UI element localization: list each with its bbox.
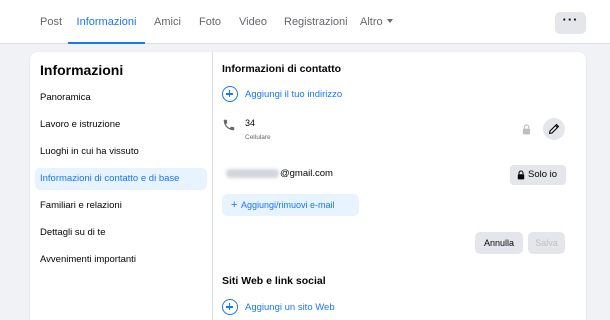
plus-circle-icon bbox=[222, 86, 238, 102]
tab-video[interactable]: Video bbox=[239, 0, 267, 42]
tab-altro[interactable]: Altro bbox=[360, 0, 393, 42]
about-sidebar: Informazioni Panoramica Lavoro e istruzi… bbox=[30, 52, 213, 320]
chevron-down-icon bbox=[386, 19, 393, 24]
add-address-label: Aggiungi il tuo indirizzo bbox=[245, 89, 343, 100]
lock-icon bbox=[517, 170, 525, 180]
add-website-label: Aggiungi un sito Web bbox=[245, 302, 335, 313]
contact-section-title: Informazioni di contatto bbox=[222, 63, 341, 75]
phone-icon bbox=[223, 119, 235, 131]
tab-amici[interactable]: Amici bbox=[154, 0, 181, 42]
sidebar-item-avvenimenti[interactable]: Avvenimenti importanti bbox=[35, 249, 207, 271]
plus-icon: + bbox=[231, 199, 238, 211]
sidebar-item-contatto[interactable]: Informazioni di contatto e di base bbox=[35, 168, 207, 190]
social-section-title: Siti Web e link social bbox=[222, 275, 326, 287]
save-button[interactable]: Salva bbox=[528, 232, 565, 254]
email-redacted bbox=[226, 169, 279, 178]
tab-registrazioni[interactable]: Registrazioni bbox=[284, 0, 348, 42]
sidebar-item-panoramica[interactable]: Panoramica bbox=[35, 87, 207, 109]
sidebar-item-familiari[interactable]: Familiari e relazioni bbox=[35, 195, 207, 217]
lock-icon bbox=[522, 124, 531, 135]
edit-phone-button[interactable] bbox=[543, 118, 565, 140]
profile-tab-bar: Post Informazioni Amici Foto Video Regis… bbox=[0, 0, 610, 44]
email-address: @gmail.com bbox=[280, 168, 333, 179]
add-remove-email-button[interactable]: + Aggiungi/rimuovi e-mail bbox=[222, 194, 359, 216]
tab-altro-label: Altro bbox=[360, 16, 383, 28]
phone-type: Cellulare bbox=[245, 134, 271, 141]
tab-post[interactable]: Post bbox=[40, 0, 62, 42]
phone-number: 34 bbox=[245, 118, 256, 128]
more-options-button[interactable]: ··· bbox=[555, 12, 586, 34]
about-card: Informazioni Panoramica Lavoro e istruzi… bbox=[30, 52, 586, 320]
tab-foto[interactable]: Foto bbox=[199, 0, 221, 42]
sidebar-title: Informazioni bbox=[40, 62, 124, 78]
add-remove-email-label: Aggiungi/rimuovi e-mail bbox=[241, 200, 335, 210]
privacy-selector-button[interactable]: Solo io bbox=[510, 165, 566, 185]
plus-circle-icon bbox=[222, 299, 238, 315]
sidebar-item-lavoro[interactable]: Lavoro e istruzione bbox=[35, 114, 207, 136]
sidebar-item-dettagli[interactable]: Dettagli su di te bbox=[35, 222, 207, 244]
privacy-label: Solo io bbox=[528, 169, 558, 180]
sidebar-item-luoghi[interactable]: Luoghi in cui ha vissuto bbox=[35, 141, 207, 163]
pencil-icon bbox=[548, 123, 560, 135]
about-content: Informazioni di contatto Aggiungi il tuo… bbox=[222, 52, 580, 320]
tab-informazioni[interactable]: Informazioni bbox=[68, 0, 145, 44]
cancel-button[interactable]: Annulla bbox=[475, 232, 523, 254]
